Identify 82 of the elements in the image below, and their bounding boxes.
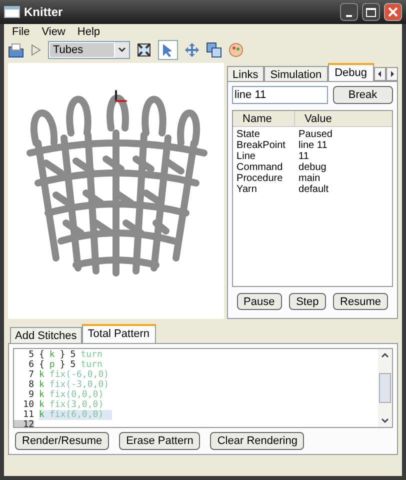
code-token: k	[39, 380, 44, 390]
action-button[interactable]: Render/Resume	[15, 432, 110, 450]
close-icon	[388, 7, 398, 17]
left-arrow-icon	[377, 71, 383, 77]
line-number: 7	[28, 370, 34, 380]
tab-scroll-right-button[interactable]	[386, 67, 398, 81]
table-cell-text: Command	[236, 162, 284, 173]
window-title: Knitter	[24, 4, 63, 21]
menu-item[interactable]: Help	[77, 24, 100, 40]
scroll-thumb[interactable]	[379, 373, 391, 403]
menu-item[interactable]: View	[42, 24, 66, 40]
code-token: turn	[80, 350, 102, 360]
code-token: 5	[70, 360, 76, 370]
table-cell-text: debug	[298, 162, 328, 173]
line-number: 9	[28, 390, 34, 400]
code-token: {	[39, 350, 44, 360]
code-token: k	[49, 350, 55, 360]
action-button[interactable]: Clear Rendering	[210, 432, 304, 450]
code-token: }	[60, 350, 66, 360]
column-header[interactable]: Name	[232, 111, 295, 126]
code-line[interactable]: { p } 5 turn	[39, 360, 102, 370]
window-icon	[4, 6, 20, 18]
code-token: 5	[70, 350, 76, 360]
code-token: p	[49, 360, 55, 370]
tab[interactable]: Debug	[328, 63, 374, 81]
mode-select[interactable]: Tubes	[48, 41, 130, 59]
line-number: 5	[28, 350, 34, 360]
code-line[interactable]: { k } 5 turn	[39, 350, 102, 360]
3d-view[interactable]	[8, 63, 224, 319]
select-tool-icon[interactable]	[158, 40, 178, 60]
line-number: 8	[28, 380, 34, 390]
code-token: fix(0,0,0)	[49, 390, 104, 400]
line-number: 10	[22, 400, 34, 410]
tab-scroll-left-button[interactable]	[374, 67, 386, 81]
maximize-button[interactable]	[362, 3, 380, 21]
palette-icon[interactable]	[228, 42, 244, 58]
breakpoint-field[interactable]: line 11	[232, 86, 328, 104]
table-cell-text: Procedure	[236, 173, 284, 184]
code-token: k	[39, 370, 44, 380]
move-arrows-icon[interactable]	[184, 42, 200, 58]
column-header[interactable]: Value	[294, 111, 392, 126]
line-number: 12	[14, 420, 34, 427]
code-token: turn	[80, 360, 102, 370]
code-token: }	[60, 360, 66, 370]
fit-view-icon[interactable]	[136, 42, 152, 58]
panel-button[interactable]: Step	[289, 293, 326, 310]
code-token: k	[39, 400, 44, 410]
code-token: k	[39, 410, 44, 420]
tab[interactable]: Simulation	[264, 66, 328, 81]
panel-button[interactable]: Pause	[236, 293, 282, 310]
code-token: fix(3,0,0)	[49, 400, 104, 410]
play-icon[interactable]	[30, 43, 42, 57]
panel-button[interactable]: Resume	[333, 293, 388, 310]
tab[interactable]: Total Pattern	[82, 324, 156, 343]
close-button[interactable]	[384, 3, 402, 21]
minimize-button[interactable]	[340, 3, 358, 21]
table-cell-text: 11	[298, 151, 310, 162]
action-button[interactable]: Erase Pattern	[119, 432, 200, 450]
line-number: 6	[28, 360, 34, 370]
table-cell-text: Yarn	[236, 184, 258, 195]
code-token: fix(-6,0,0)	[49, 370, 110, 380]
line-number: 11	[22, 410, 34, 420]
table-cell-text: State	[236, 129, 261, 140]
table-cell-text: Paused	[298, 129, 334, 140]
right-arrow-icon	[389, 71, 395, 77]
menu-item[interactable]: File	[12, 24, 30, 40]
break-button[interactable]: Break	[332, 86, 393, 104]
scrollbar[interactable]	[378, 349, 392, 427]
open-folder-icon[interactable]	[8, 42, 24, 58]
table-cell-text: BreakPoint	[236, 140, 286, 151]
table-cell-text: Line	[236, 151, 256, 162]
tab[interactable]: Add Stitches	[10, 327, 82, 343]
table-cell-text: default	[298, 184, 330, 195]
code-token: fix(-3,0,0)	[49, 380, 110, 390]
code-token: k	[39, 390, 44, 400]
table-cell-text: line 11	[298, 140, 328, 151]
tab[interactable]: Links	[226, 66, 264, 81]
code-token: fix(6,0,0)	[49, 410, 104, 420]
code-editor[interactable]: 5 { k } 5 turn 6 { p } 5 turn 7 k fix(-6,0,0) 8 k fix(-3,0,0) 9 k fix(0,0,0) 10 k fix(3,0,0) 11 k fix(6,0,0) 12	[13, 348, 393, 428]
code-token: {	[39, 360, 44, 370]
zoom-box-icon[interactable]	[206, 42, 222, 58]
table-cell-text: main	[298, 173, 322, 184]
